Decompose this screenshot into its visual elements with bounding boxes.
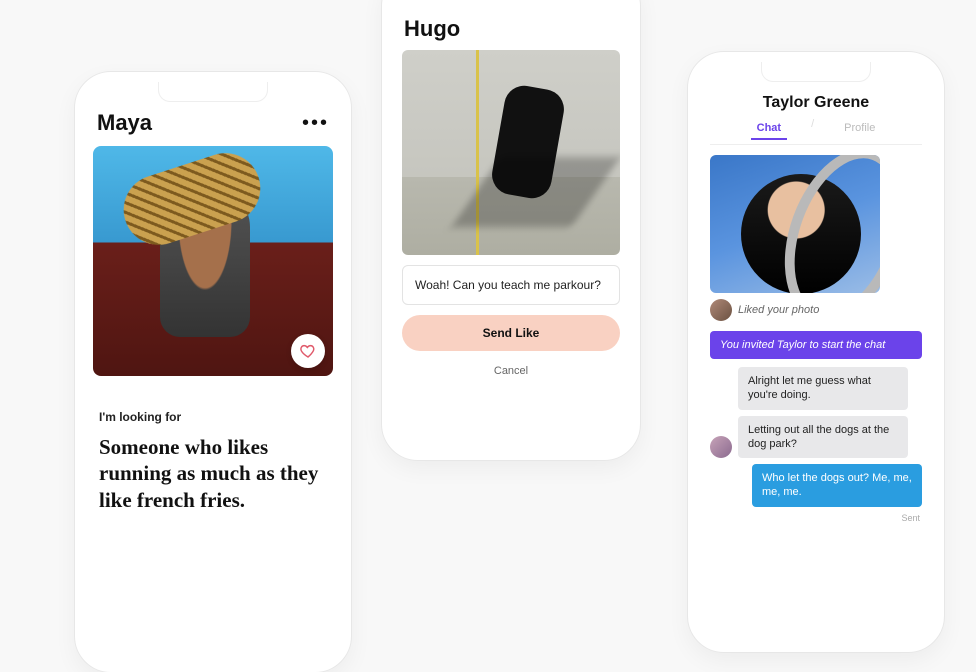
profile-photo-card[interactable] [402, 50, 620, 255]
phone-maya: Maya ••• I'm looking for Someone who lik… [75, 72, 351, 672]
incoming-message: Letting out all the dogs at the dog park… [738, 416, 908, 459]
liked-photo[interactable] [710, 155, 880, 293]
system-message: You invited Taylor to start the chat [710, 331, 922, 359]
avatar[interactable] [710, 299, 732, 321]
liked-row: Liked your photo [710, 299, 922, 321]
phone-hugo: Hugo Woah! Can you teach me parkour? Sen… [382, 0, 640, 460]
profile-photo [402, 50, 620, 255]
like-button[interactable] [291, 334, 325, 368]
message-input[interactable]: Woah! Can you teach me parkour? [402, 265, 620, 305]
profile-prompt: I'm looking for Someone who likes runnin… [85, 376, 341, 513]
chat-tabs: Chat / Profile [710, 118, 922, 145]
incoming-message: Alright let me guess what you're doing. [738, 367, 908, 410]
cancel-button[interactable]: Cancel [392, 365, 630, 377]
profile-name: Hugo [392, 0, 630, 50]
message-row: Who let the dogs out? Me, me, me, me. [710, 464, 922, 507]
message-row: Letting out all the dogs at the dog park… [710, 416, 922, 459]
avatar[interactable] [710, 436, 732, 458]
liked-photo-block: Liked your photo [710, 155, 922, 321]
profile-photo-card[interactable] [93, 146, 333, 376]
prompt-label: I'm looking for [99, 410, 327, 424]
profile-name: Maya [97, 110, 152, 136]
tab-divider: / [811, 118, 814, 140]
heart-icon [300, 343, 316, 359]
phone-taylor: Taylor Greene Chat / Profile Liked your … [688, 52, 944, 652]
more-icon[interactable]: ••• [302, 112, 329, 135]
phone-notch [761, 62, 871, 82]
prompt-text: Someone who likes running as much as the… [99, 434, 327, 513]
send-like-button[interactable]: Send Like [402, 315, 620, 351]
outgoing-message: Who let the dogs out? Me, me, me, me. [752, 464, 922, 507]
liked-label: Liked your photo [738, 304, 819, 316]
sent-status: Sent [698, 513, 920, 523]
phone-notch [158, 82, 268, 102]
message-row: Alright let me guess what you're doing. [710, 367, 922, 410]
tab-chat[interactable]: Chat [751, 118, 787, 140]
tab-profile[interactable]: Profile [838, 118, 881, 140]
